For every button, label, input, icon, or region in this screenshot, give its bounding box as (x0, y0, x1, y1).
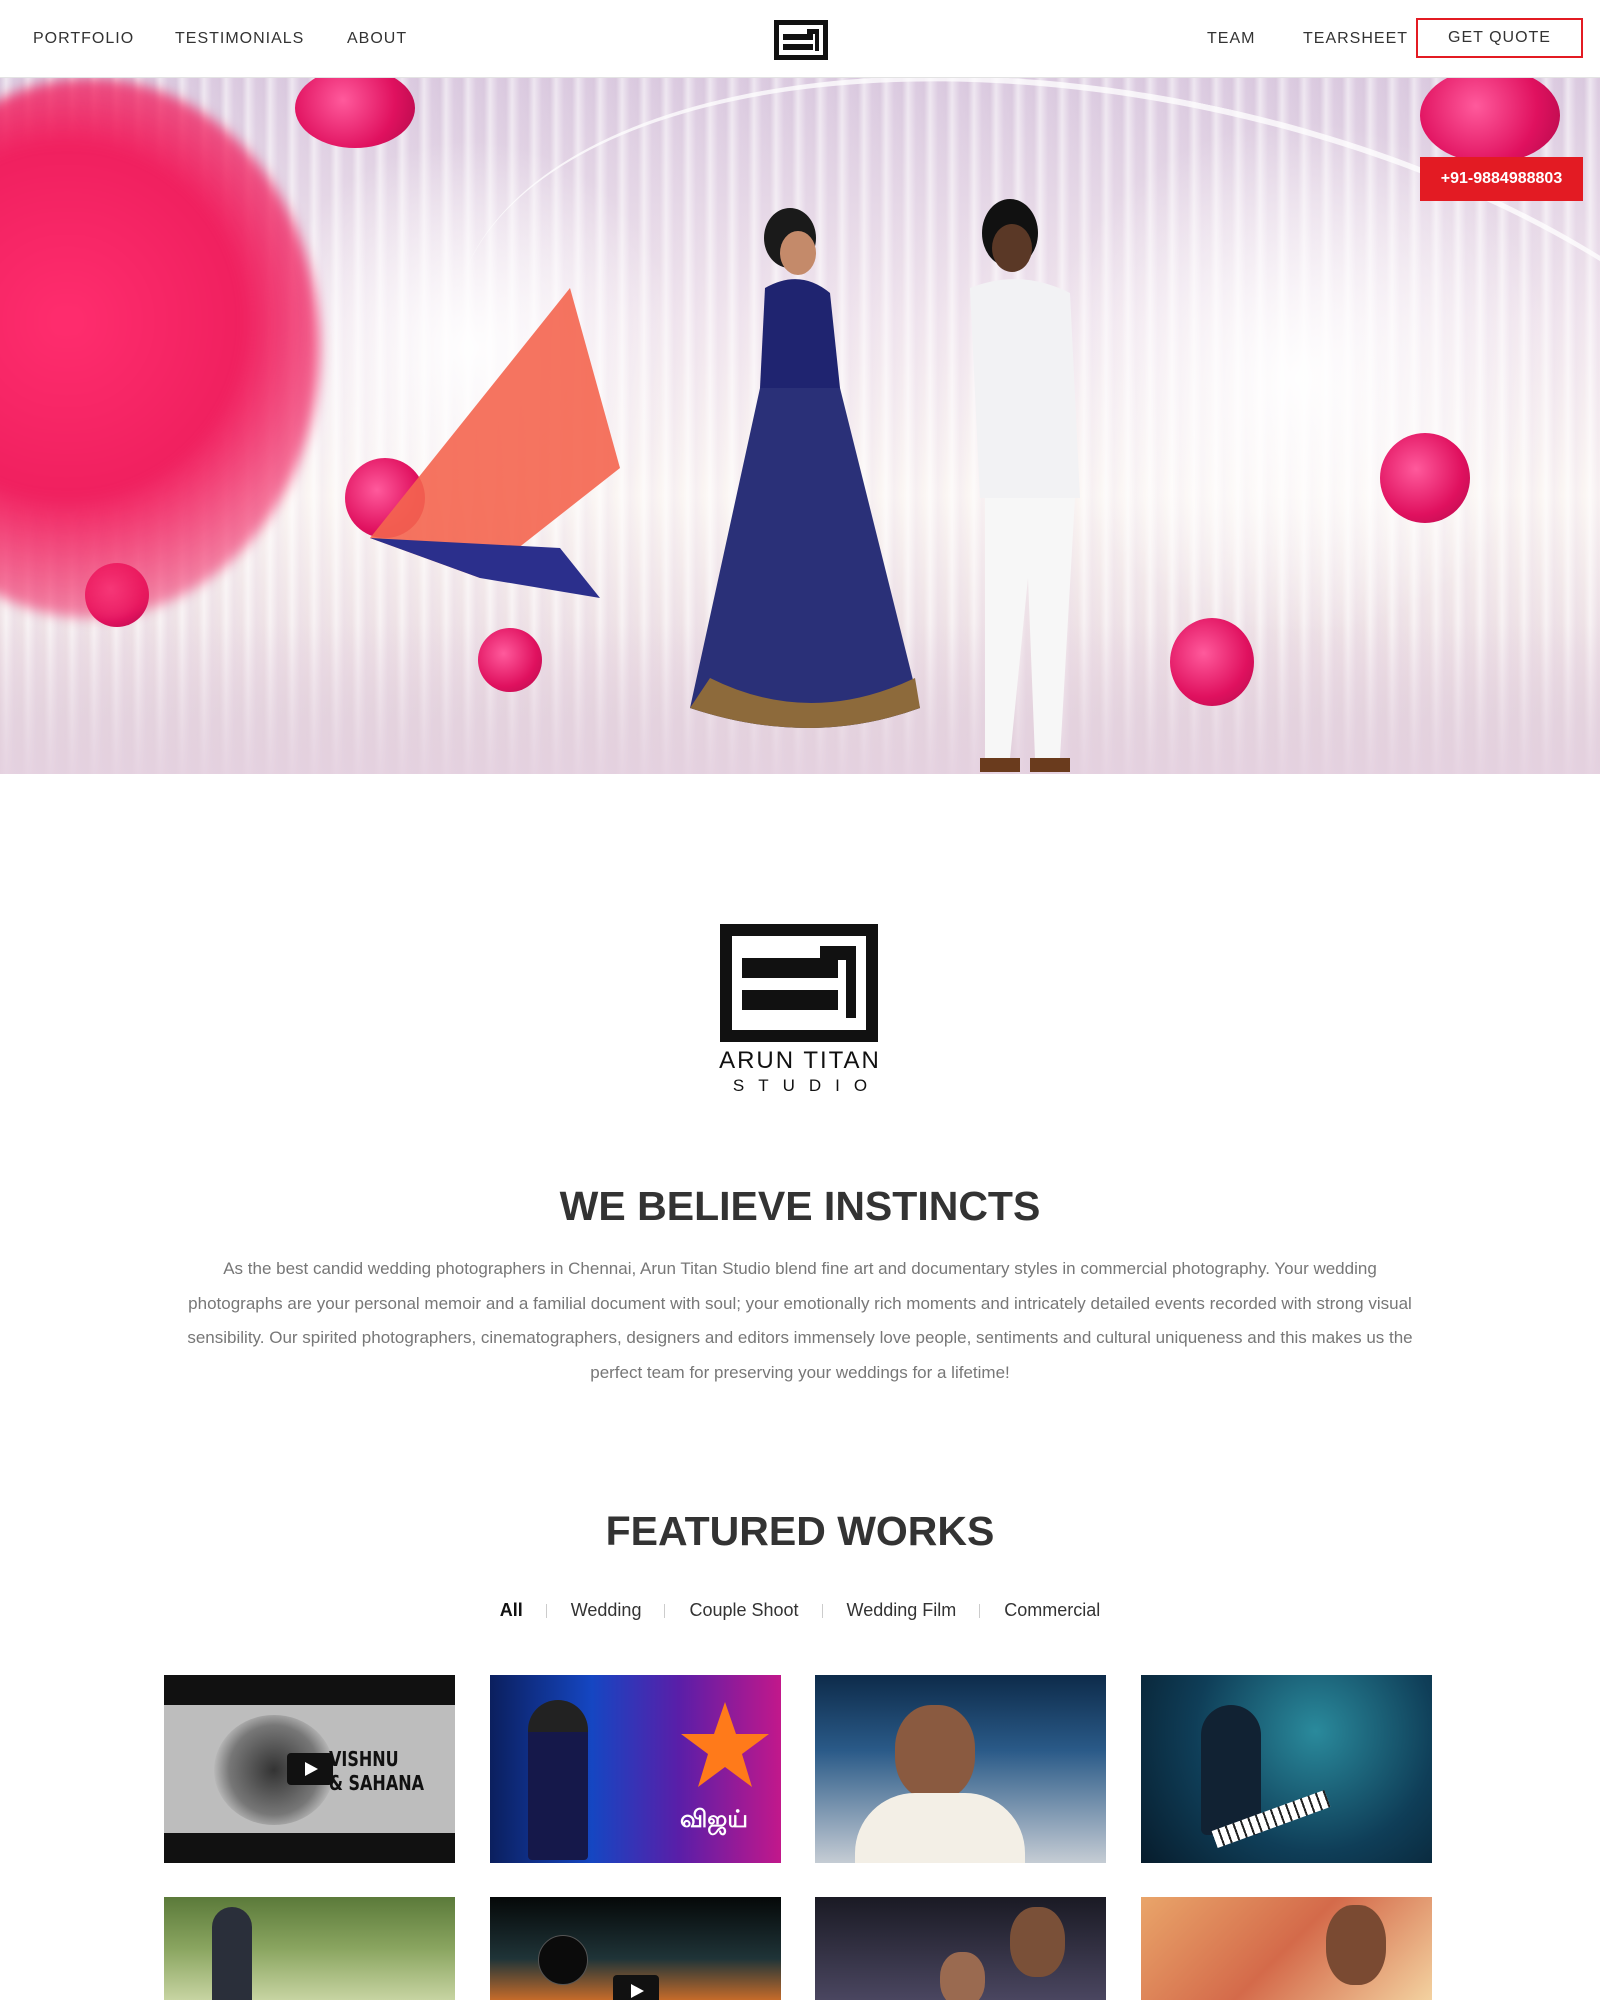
featured-title: FEATURED WORKS (605, 1508, 995, 1554)
play-icon[interactable] (286, 1753, 333, 1785)
site-header: PORTFOLIO TESTIMONIALS ABOUT TEAM TEARSH… (0, 0, 1600, 78)
portfolio-thumb-couple[interactable] (164, 1897, 455, 2000)
get-quote-button[interactable]: GET QUOTE (1416, 18, 1583, 58)
film-badge (538, 1935, 588, 1985)
nav-team[interactable]: TEAM (1207, 29, 1255, 49)
filter-wedding[interactable]: Wedding (545, 1598, 666, 1622)
brand-subtitle: STUDIO (732, 1076, 882, 1095)
bride-figure (370, 208, 920, 728)
portfolio-thumb-portrait[interactable] (815, 1675, 1106, 1863)
portfolio-thumb-bride[interactable] (1141, 1897, 1432, 2000)
filter-commercial[interactable]: Commercial (979, 1598, 1124, 1622)
face (1326, 1905, 1386, 1985)
face (895, 1705, 975, 1800)
site-logo[interactable] (774, 20, 828, 60)
portfolio-thumb-film[interactable] (490, 1897, 781, 2000)
shirt (855, 1793, 1025, 1863)
portfolio-thumb-pair[interactable] (815, 1897, 1106, 2000)
groom-figure (212, 1907, 252, 2000)
about-paragraph: As the best candid wedding photographers… (187, 1259, 1413, 1382)
speaker-figure (528, 1700, 588, 1860)
face (1010, 1907, 1065, 1977)
portfolio-filters: All Wedding Couple Shoot Wedding Film Commer… (0, 1598, 1600, 1622)
nav-portfolio[interactable]: PORTFOLIO (33, 29, 134, 49)
filter-couple-shoot[interactable]: Couple Shoot (664, 1598, 822, 1622)
about-title: WE BELIEVE INSTINCTS (559, 1183, 1041, 1229)
phone-button[interactable]: +91-9884988803 (1420, 157, 1583, 201)
nav-about[interactable]: ABOUT (347, 29, 407, 49)
video-caption: VISHNU & SAHANA (329, 1747, 424, 1795)
brand-name: ARUN TITAN (719, 1047, 881, 1074)
hero-banner (0, 78, 1600, 774)
portfolio-thumb-stage[interactable]: விஜய் (490, 1675, 781, 1863)
filter-wedding-film[interactable]: Wedding Film (821, 1598, 981, 1622)
flower-ball (1170, 618, 1254, 706)
brand-logo (720, 924, 878, 1042)
star-caption: விஜய் (680, 1805, 748, 1833)
face (940, 1952, 985, 2000)
nav-testimonials[interactable]: TESTIMONIALS (175, 29, 304, 49)
nav-tearsheet[interactable]: TEARSHEET (1303, 29, 1408, 49)
play-icon[interactable] (612, 1975, 659, 2000)
groom-figure (970, 199, 1080, 772)
star-logo-icon (681, 1702, 769, 1787)
portfolio-thumb-musician[interactable] (1141, 1675, 1432, 1863)
flower-ball (1380, 433, 1470, 523)
filter-all[interactable]: All (476, 1598, 547, 1622)
portfolio-thumb-video[interactable]: VISHNU & SAHANA (164, 1675, 455, 1863)
